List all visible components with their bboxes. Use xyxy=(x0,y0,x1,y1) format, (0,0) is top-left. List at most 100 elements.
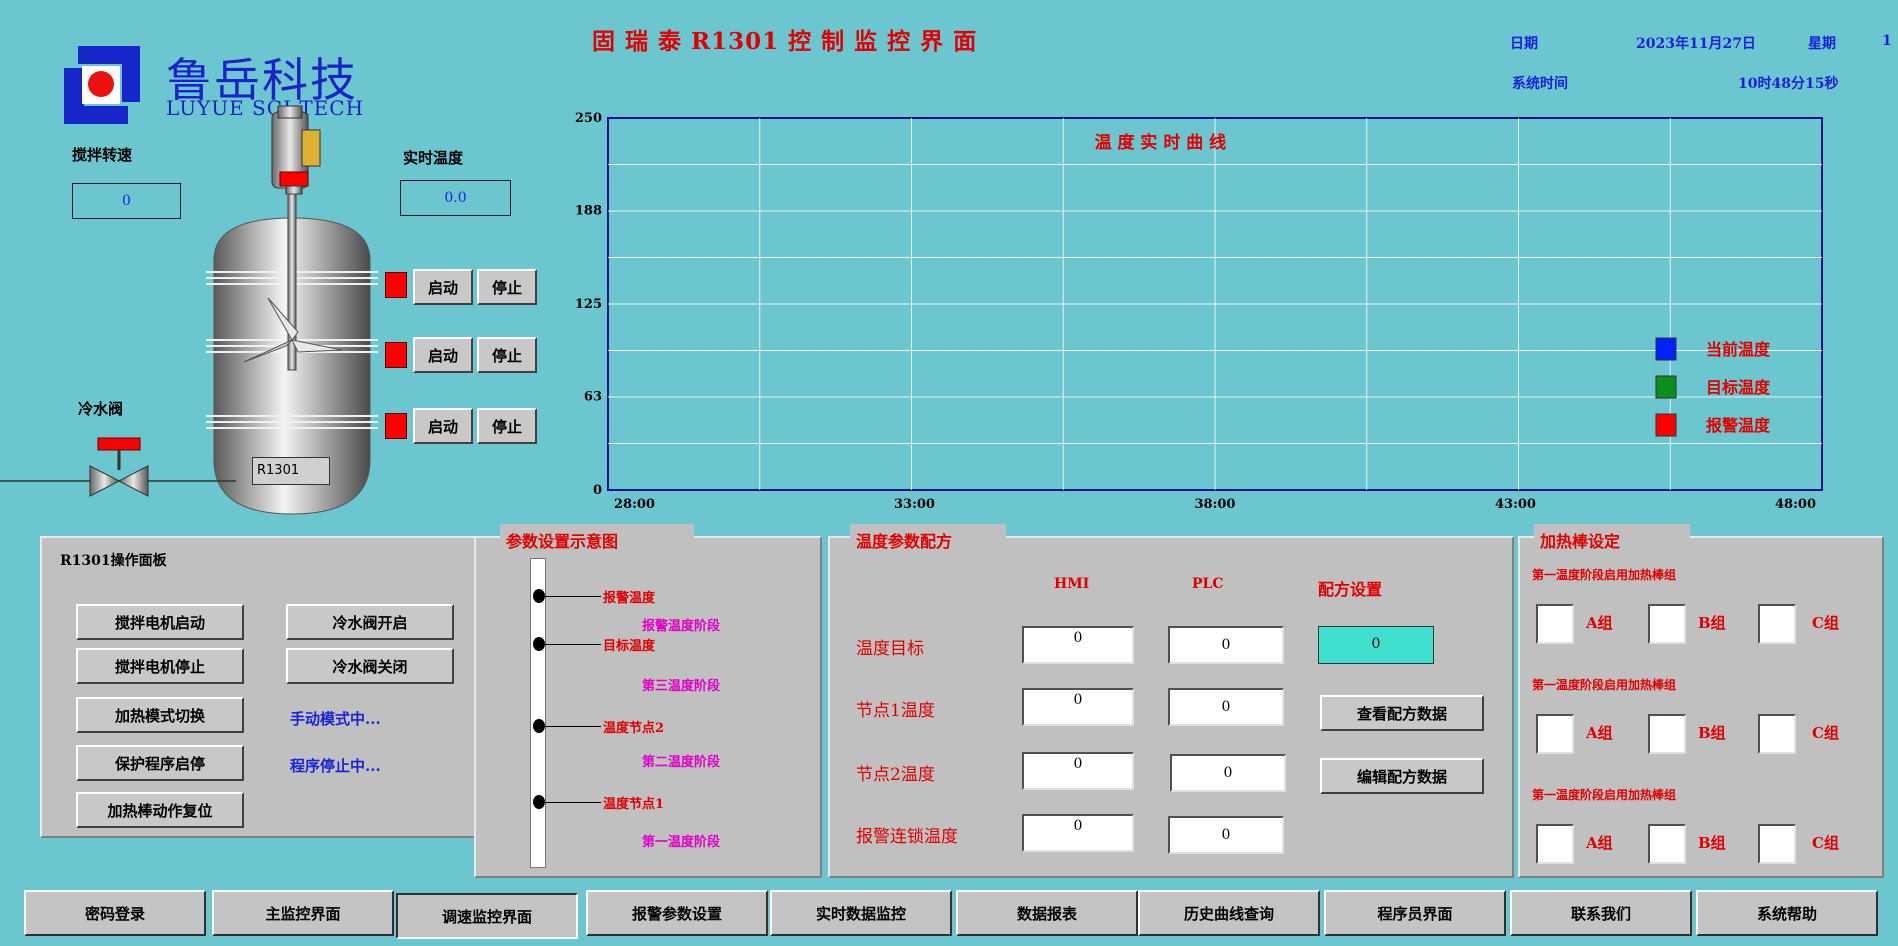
recipe-row-node1-label: 节点1温度 xyxy=(856,701,935,721)
heater-group-3-a-checkbox[interactable] xyxy=(1536,824,1574,864)
temperature-chart: 250 188 125 63 0 28:00 33:00 38:00 43:00 48:00 温 度… xyxy=(575,111,1823,512)
heater-group-1-c-checkbox[interactable] xyxy=(1758,604,1796,644)
heater-2-indicator xyxy=(385,342,407,368)
nav-history-curve-button[interactable]: 历史曲线查询 xyxy=(1138,890,1320,936)
recipe-alarm-plc-display: 0 xyxy=(1168,816,1284,854)
realtime-temp-display: 0.0 xyxy=(400,180,511,216)
heating-mode-switch-button[interactable]: 加热模式切换 xyxy=(76,697,244,733)
date-value: 2023年11月27日 xyxy=(1636,36,1756,52)
chart-legend-label: 报警温度 xyxy=(1706,416,1771,435)
param-point-target-label: 目标温度 xyxy=(603,639,656,654)
param-point-node1-leader xyxy=(545,802,601,803)
nav-speed-monitor-button[interactable]: 调速监控界面 xyxy=(396,893,578,939)
heater-1-stop-button[interactable]: 停止 xyxy=(477,269,537,305)
date-label: 日期 xyxy=(1510,36,1538,52)
chart-y-tick-label: 188 xyxy=(575,203,602,218)
chart-legend-label: 目标温度 xyxy=(1706,378,1771,397)
realtime-temp-label: 实时温度 xyxy=(403,149,464,167)
recipe-title: 温度参数配方 xyxy=(850,524,1006,551)
recipe-col-setting: 配方设置 xyxy=(1318,580,1383,599)
realtime-temp-value: 0.0 xyxy=(444,190,467,206)
chart-legend-label: 当前温度 xyxy=(1706,340,1771,359)
chart-x-tick-label: 48:00 xyxy=(1775,497,1816,512)
mode-status-text: 手动模式中... xyxy=(290,710,381,728)
heater-1-start-button[interactable]: 启动 xyxy=(413,269,473,305)
chart-x-tick-label: 33:00 xyxy=(894,497,935,512)
heater-group-3-c-checkbox[interactable] xyxy=(1758,824,1796,864)
edit-recipe-button[interactable]: 编辑配方数据 xyxy=(1320,758,1484,794)
weekday-value: 1 xyxy=(1882,33,1892,49)
recipe-target-plc-display: 0 xyxy=(1168,626,1284,664)
recipe-node2-hmi-input[interactable]: 0 xyxy=(1022,752,1134,790)
heater-group-2-c-label: C组 xyxy=(1812,724,1839,742)
heater-settings-title: 加热棒设定 xyxy=(1534,524,1690,551)
heater-group-2-a-checkbox[interactable] xyxy=(1536,714,1574,754)
heater-group-3-b-checkbox[interactable] xyxy=(1648,824,1686,864)
param-scale-bar xyxy=(530,558,546,868)
heater-group-2-c-checkbox[interactable] xyxy=(1758,714,1796,754)
nav-alarm-settings-button[interactable]: 报警参数设置 xyxy=(586,890,768,936)
chart-y-tick-label: 250 xyxy=(575,111,602,126)
page-title: 固 瑞 泰 R1301 控 制 监 控 界 面 xyxy=(592,28,978,55)
heater-2-stop-button[interactable]: 停止 xyxy=(477,337,537,373)
program-status-text: 程序停止中... xyxy=(290,757,381,775)
stir-motor-start-button[interactable]: 搅拌电机启动 xyxy=(76,604,244,640)
heater-group-1-c-label: C组 xyxy=(1812,614,1839,632)
chart-title: 温 度 实 时 曲 线 xyxy=(1095,132,1227,153)
recipe-alarm-hmi-input[interactable]: 0 xyxy=(1022,814,1134,852)
chart-x-tick-label: 38:00 xyxy=(1195,497,1236,512)
param-point-alarm-label: 报警温度 xyxy=(603,591,656,606)
heater-group-2-b-checkbox[interactable] xyxy=(1648,714,1686,754)
param-stage-target-label: 第三温度阶段 xyxy=(642,679,721,694)
heater-group-2-a-label: A组 xyxy=(1586,724,1613,742)
view-recipe-button[interactable]: 查看配方数据 xyxy=(1320,695,1484,731)
heater-3-indicator xyxy=(385,413,407,439)
nav-programmer-button[interactable]: 程序员界面 xyxy=(1324,890,1506,936)
heater-3-start-button[interactable]: 启动 xyxy=(413,408,473,444)
chart-legend-swatch xyxy=(1655,337,1677,361)
protection-program-toggle-button[interactable]: 保护程序启停 xyxy=(76,745,244,781)
nav-main-monitor-button[interactable]: 主监控界面 xyxy=(212,890,394,936)
cold-valve-close-button[interactable]: 冷水阀关闭 xyxy=(286,648,454,684)
chart-legend-swatch xyxy=(1655,375,1677,399)
chart-y-tick-label: 63 xyxy=(584,389,602,404)
param-diagram-title: 参数设置示意图 xyxy=(500,524,694,551)
heater-group-1-b-checkbox[interactable] xyxy=(1648,604,1686,644)
chart-x-tick-label: 43:00 xyxy=(1495,497,1536,512)
nav-realtime-data-button[interactable]: 实时数据监控 xyxy=(770,890,952,936)
vessel-tag-text: R1301 xyxy=(257,463,300,478)
heater-1-indicator xyxy=(385,272,407,298)
time-label: 系统时间 xyxy=(1512,76,1568,92)
param-stage-node1-label: 第一温度阶段 xyxy=(642,835,721,850)
chart-x-tick-label: 28:00 xyxy=(614,497,655,512)
param-point-target-marker xyxy=(533,637,545,651)
recipe-col-hmi: HMI xyxy=(1054,576,1090,592)
cold-valve-open-button[interactable]: 冷水阀开启 xyxy=(286,604,454,640)
heater-group-2-heading: 第一温度阶段启用加热棒组 xyxy=(1532,678,1677,692)
heater-group-1-a-checkbox[interactable] xyxy=(1536,604,1574,644)
heater-group-3-heading: 第一温度阶段启用加热棒组 xyxy=(1532,788,1677,802)
recipe-node2-plc-display: 0 xyxy=(1170,754,1286,792)
recipe-target-hmi-input[interactable]: 0 xyxy=(1022,626,1134,664)
param-point-node1-label: 温度节点1 xyxy=(603,797,665,812)
heater-2-start-button[interactable]: 启动 xyxy=(413,337,473,373)
weekday-label: 星期 xyxy=(1808,36,1836,52)
stir-motor-stop-button[interactable]: 搅拌电机停止 xyxy=(76,648,244,684)
heater-action-reset-button[interactable]: 加热棒动作复位 xyxy=(76,792,244,828)
nav-system-help-button[interactable]: 系统帮助 xyxy=(1696,890,1878,936)
recipe-setting-input[interactable]: 0 xyxy=(1318,626,1434,664)
param-point-target-leader xyxy=(545,644,601,645)
nav-data-report-button[interactable]: 数据报表 xyxy=(956,890,1138,936)
heater-group-2-b-label: B组 xyxy=(1698,724,1726,742)
heater-group-3-a-label: A组 xyxy=(1586,834,1613,852)
chart-y-tick-label: 0 xyxy=(593,483,602,498)
heater-group-1-a-label: A组 xyxy=(1586,614,1613,632)
nav-password-login-button[interactable]: 密码登录 xyxy=(24,890,206,936)
param-point-alarm-leader xyxy=(545,596,601,597)
nav-contact-us-button[interactable]: 联系我们 xyxy=(1510,890,1692,936)
heater-3-stop-button[interactable]: 停止 xyxy=(477,408,537,444)
param-stage-alarm-label: 报警温度阶段 xyxy=(642,619,721,634)
recipe-node1-hmi-input[interactable]: 0 xyxy=(1022,688,1134,726)
recipe-row-alarm-label: 报警连锁温度 xyxy=(856,827,958,847)
chart-y-tick-label: 125 xyxy=(575,297,602,312)
